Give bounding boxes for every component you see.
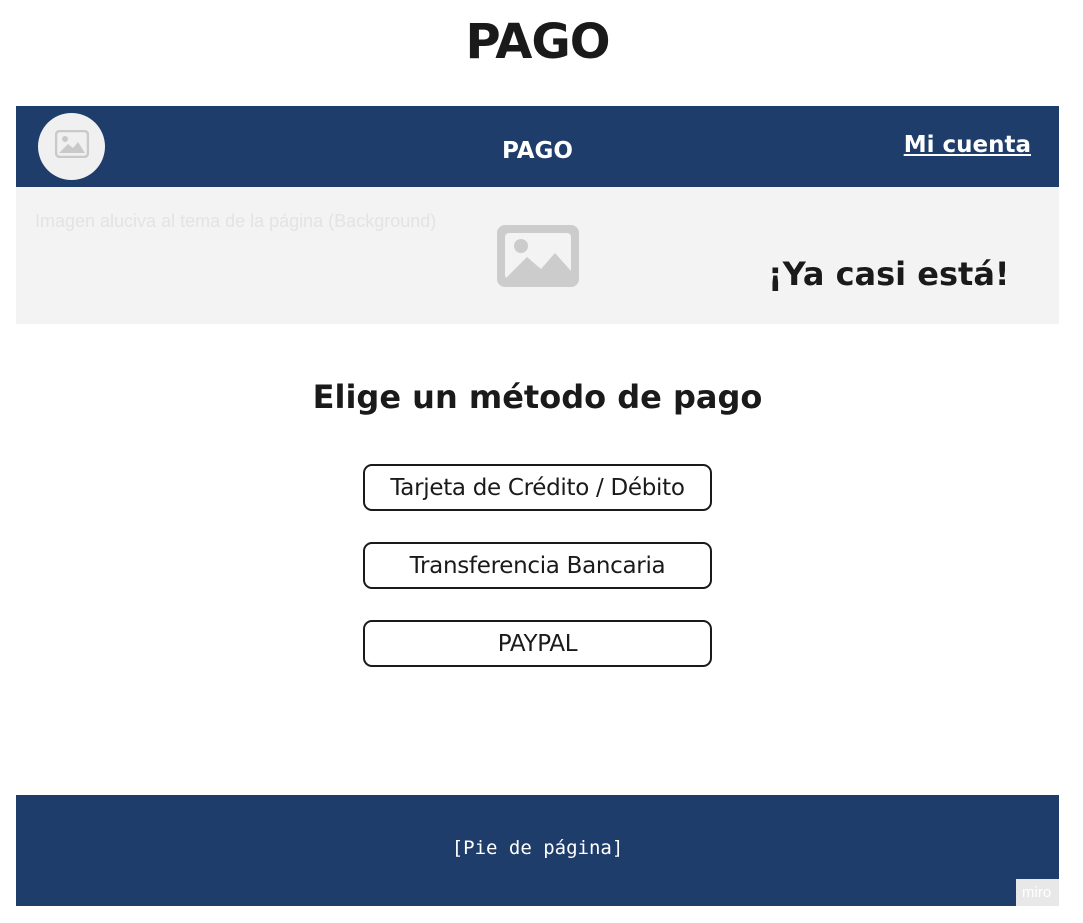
- payment-method-heading: Elige un método de pago: [312, 378, 763, 416]
- bank-transfer-button[interactable]: Transferencia Bancaria: [363, 542, 712, 589]
- hero-banner: Imagen aluciva al tema de la página (Bac…: [16, 187, 1059, 324]
- navbar-title: PAGO: [502, 138, 573, 164]
- my-account-link[interactable]: Mi cuenta: [904, 132, 1031, 158]
- footer: [Pie de página]: [16, 795, 1059, 906]
- footer-text: [Pie de página]: [451, 837, 624, 859]
- paypal-button[interactable]: PAYPAL: [363, 620, 712, 667]
- hero-caption: Imagen aluciva al tema de la página (Bac…: [35, 211, 437, 231]
- hero-tagline: ¡Ya casi está!: [768, 255, 1010, 293]
- page-title: PAGO: [465, 14, 610, 70]
- card-payment-button[interactable]: Tarjeta de Crédito / Débito: [363, 464, 712, 511]
- navbar: PAGO Mi cuenta: [16, 106, 1059, 187]
- image-placeholder-icon: [497, 225, 579, 292]
- miro-watermark: miro: [1016, 879, 1059, 906]
